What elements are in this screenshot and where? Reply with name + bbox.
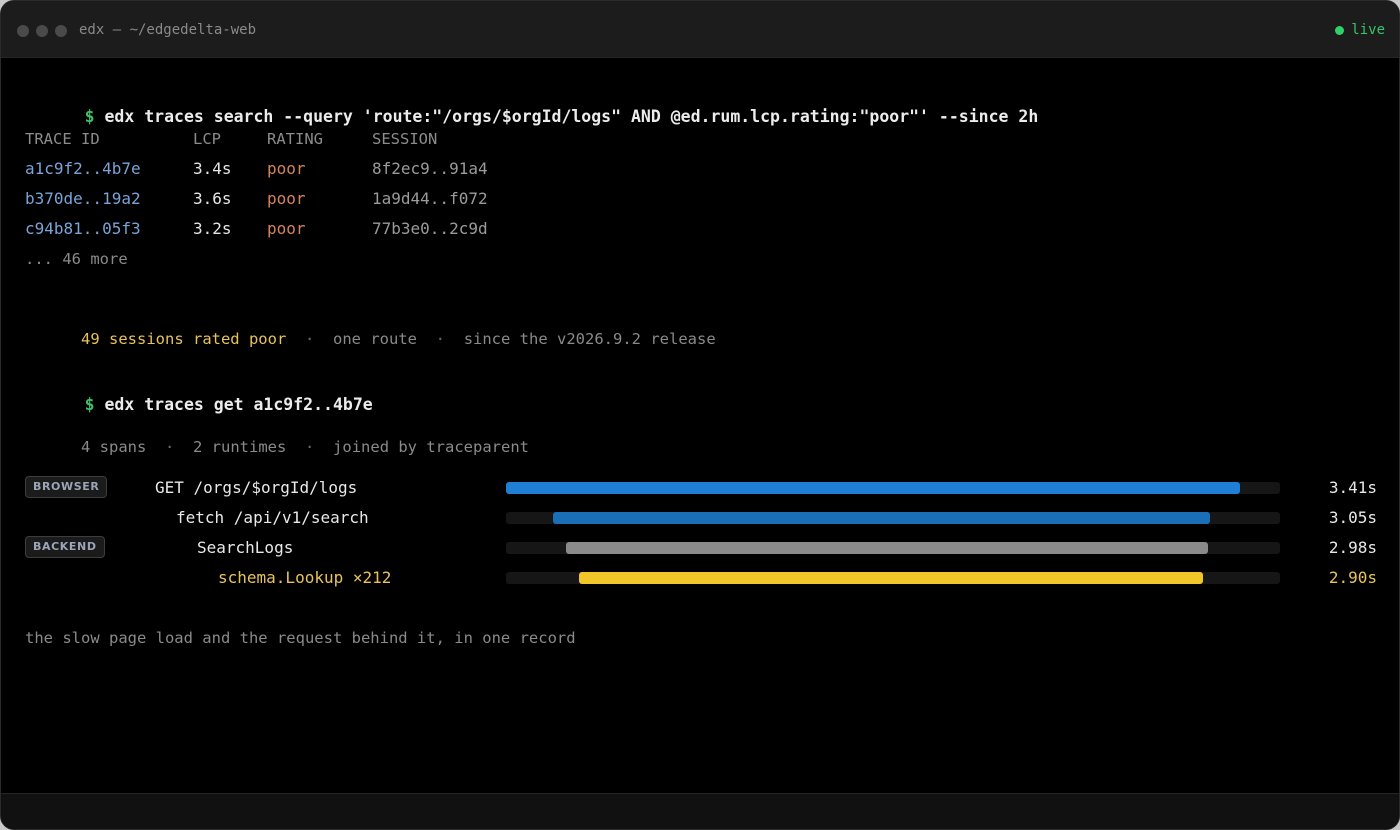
column-header-lcp: LCP <box>193 130 221 148</box>
terminal-window: edx — ~/edgedelta-web live $ edx traces … <box>0 0 1400 830</box>
span-track <box>506 572 1280 584</box>
span-duration: 2.98s <box>1328 538 1377 557</box>
column-header-trace-id: TRACE ID <box>25 130 100 148</box>
rating-value: poor <box>267 159 306 178</box>
session-id: 1a9d44..f072 <box>372 189 488 208</box>
live-status-label: live <box>1351 22 1385 38</box>
column-header-rating: RATING <box>267 130 323 148</box>
span-label[interactable]: GET /orgs/$orgId/logs <box>155 478 357 498</box>
lcp-value: 3.2s <box>193 219 232 238</box>
command-text: edx traces get a1c9f2..4b7e <box>104 395 373 414</box>
span-bar[interactable] <box>578 572 1204 584</box>
span-count: 4 spans <box>81 438 147 456</box>
search-summary: 49 sessions rated poor · one route · sin… <box>25 309 716 369</box>
span-label[interactable]: SearchLogs <box>197 538 293 558</box>
lcp-value: 3.6s <box>193 189 232 208</box>
span-duration: 3.41s <box>1328 478 1377 497</box>
title-bar: edx — ~/edgedelta-web live <box>1 1 1399 58</box>
minimize-window-button[interactable] <box>36 25 48 37</box>
browser-runtime-badge: BROWSER <box>25 476 108 498</box>
prompt-symbol: $ <box>84 395 95 414</box>
span-duration: 2.90s <box>1328 568 1377 587</box>
separator-dot: · <box>165 438 175 456</box>
separator-dot: · <box>305 438 315 456</box>
column-header-session: SESSION <box>372 130 438 148</box>
status-bar <box>1 793 1399 829</box>
command-text: edx traces search --query 'route:"/orgs/… <box>104 107 1039 126</box>
span-track <box>506 482 1280 494</box>
session-id: 8f2ec9..91a4 <box>372 159 488 178</box>
span-label[interactable]: fetch /api/v1/search <box>176 508 369 528</box>
span-bar[interactable] <box>566 542 1208 554</box>
span-track <box>506 542 1280 554</box>
rating-value: poor <box>267 219 306 238</box>
live-status: live <box>1335 22 1385 38</box>
separator-dot: · <box>435 330 446 348</box>
separator-dot: · <box>304 330 315 348</box>
live-dot-icon <box>1335 25 1345 35</box>
session-id: 77b3e0..2c9d <box>372 219 488 238</box>
summary-highlight: 49 sessions rated poor <box>81 330 287 348</box>
trace-id[interactable]: b370de..19a2 <box>25 189 141 209</box>
trace-summary: 4 spans · 2 runtimes · joined by tracepa… <box>25 417 529 477</box>
span-bar[interactable] <box>506 482 1240 494</box>
span-duration: 3.05s <box>1328 508 1377 527</box>
zoom-window-button[interactable] <box>55 25 67 37</box>
summary-route: one route <box>333 330 417 348</box>
caption: the slow page load and the request behin… <box>25 629 576 647</box>
trace-id[interactable]: c94b81..05f3 <box>25 219 141 239</box>
window-title: edx — ~/edgedelta-web <box>79 22 257 38</box>
rating-value: poor <box>267 189 306 208</box>
trace-id[interactable]: a1c9f2..4b7e <box>25 159 141 179</box>
span-bar[interactable] <box>553 512 1211 524</box>
runtime-count: 2 runtimes <box>193 438 287 456</box>
lcp-value: 3.4s <box>193 159 232 178</box>
span-label[interactable]: schema.Lookup ×212 <box>218 568 391 588</box>
prompt-symbol: $ <box>84 107 95 126</box>
more-results-note: ... 46 more <box>25 250 128 268</box>
close-window-button[interactable] <box>17 25 29 37</box>
backend-runtime-badge: BACKEND <box>25 536 105 558</box>
span-track <box>506 512 1280 524</box>
join-method: joined by traceparent <box>333 438 529 456</box>
summary-release: since the v2026.9.2 release <box>463 330 716 348</box>
